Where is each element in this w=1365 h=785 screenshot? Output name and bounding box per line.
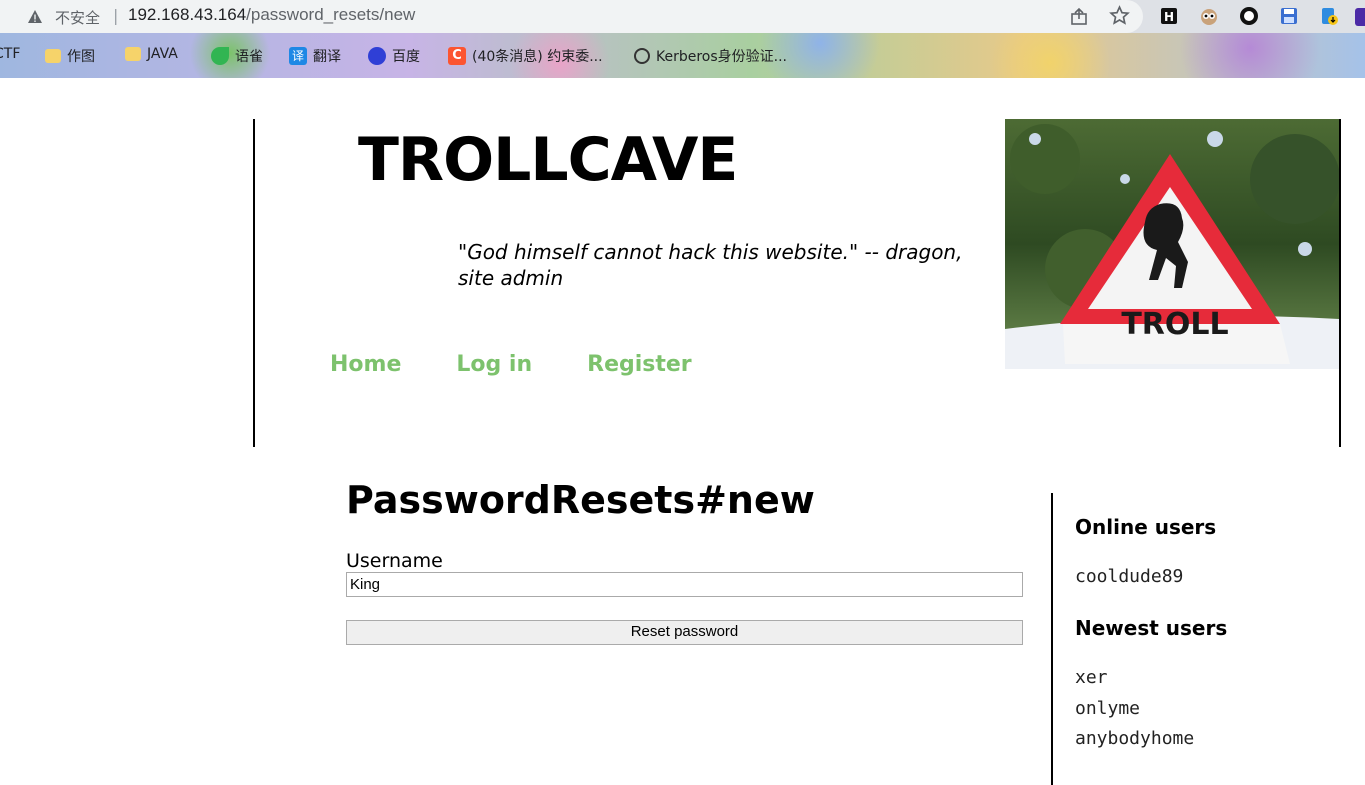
bookmark-yuque[interactable]: 语雀 [211, 46, 263, 66]
username-label: Username [346, 550, 443, 572]
url-text[interactable]: 192.168.43.164/password_resets/new [128, 5, 415, 25]
share-icon[interactable] [1069, 6, 1089, 26]
bookmark-star-icon[interactable] [1109, 5, 1130, 26]
yuque-icon [211, 47, 229, 65]
folder-icon [125, 47, 141, 61]
bookmarks-bar: CTF 作图 JAVA 语雀 译翻译 百度 C(40条消息) 约束委... Ke… [0, 33, 1365, 78]
online-users-heading: Online users [1075, 515, 1217, 539]
extension-ring-icon[interactable] [1239, 6, 1259, 26]
username-input[interactable] [346, 572, 1023, 597]
nav-register-link[interactable]: Register [587, 352, 692, 377]
reset-password-button[interactable]: Reset password [346, 620, 1023, 645]
sidebar: Online users cooldude89 Newest users xer… [1051, 493, 1365, 785]
bookmark-ctf[interactable]: CTF [0, 46, 20, 62]
translate-icon: 译 [289, 47, 307, 65]
site-title: TROLLCAVE [358, 125, 738, 195]
bookmark-csdn[interactable]: C (40条消息) 约束委... [448, 46, 603, 66]
site-tagline: "God himself cannot hack this website." … [458, 240, 963, 290]
extension-save-icon[interactable] [1279, 6, 1299, 26]
newest-user-item[interactable]: anybodyhome [1075, 728, 1194, 749]
nav-login-link[interactable]: Log in [456, 352, 532, 377]
bookmark-folder-zuotu[interactable]: 作图 [45, 46, 95, 66]
newest-user-item[interactable]: onlyme [1075, 698, 1140, 719]
online-user-item[interactable]: cooldude89 [1075, 566, 1183, 587]
svg-text:H: H [1164, 10, 1174, 24]
page-title: PasswordResets#new [346, 478, 815, 522]
url-host: 192.168.43.164 [128, 5, 247, 24]
troll-sign-image: TROLL [1005, 119, 1339, 369]
extension-h-icon[interactable]: H [1159, 6, 1179, 26]
newest-user-item[interactable]: xer [1075, 667, 1108, 688]
bookmark-baidu[interactable]: 百度 [368, 46, 420, 66]
newest-users-heading: Newest users [1075, 616, 1228, 640]
extension-partial-icon[interactable] [1355, 8, 1365, 26]
csdn-icon: C [448, 47, 466, 65]
security-label[interactable]: 不安全 [55, 7, 100, 28]
password-reset-form: Username Reset password [346, 550, 1026, 645]
bookmark-fanyi[interactable]: 译翻译 [289, 46, 341, 66]
extension-download-icon[interactable] [1319, 6, 1339, 26]
main-content: PasswordResets#new Username Reset passwo… [346, 475, 1026, 645]
url-path: /password_resets/new [246, 5, 416, 24]
browser-toolbar: 不安全 | 192.168.43.164/password_resets/new… [0, 0, 1365, 33]
folder-icon [45, 49, 61, 63]
baidu-paw-icon [368, 47, 386, 65]
site-header: TROLLCAVE "God himself cannot hack this … [253, 119, 1341, 447]
bookmark-folder-java[interactable]: JAVA [125, 46, 178, 62]
warning-icon[interactable] [27, 9, 43, 25]
extension-owl-icon[interactable] [1199, 6, 1219, 26]
separator: | [113, 6, 119, 25]
kerberos-icon [634, 48, 650, 64]
troll-sign-text: TROLL [1121, 307, 1228, 342]
nav-home-link[interactable]: Home [330, 352, 401, 377]
main-nav: Home Log in Register [330, 352, 692, 377]
omnibox[interactable]: 不安全 | 192.168.43.164/password_resets/new [0, 0, 1143, 33]
bookmark-kerberos[interactable]: Kerberos身份验证... [634, 46, 787, 66]
